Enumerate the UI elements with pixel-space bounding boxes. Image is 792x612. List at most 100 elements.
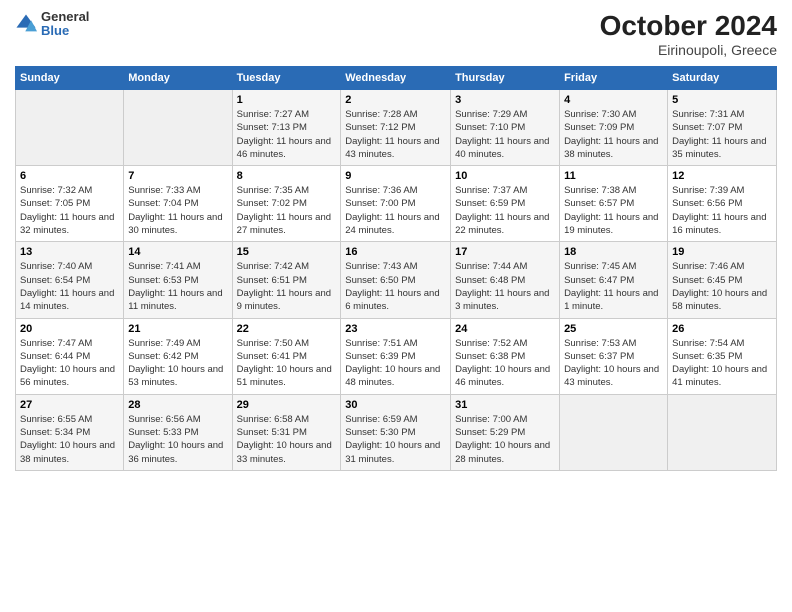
col-wednesday: Wednesday (341, 67, 451, 90)
day-info: Sunrise: 7:50 AMSunset: 6:41 PMDaylight:… (237, 337, 337, 390)
calendar-cell: 20 Sunrise: 7:47 AMSunset: 6:44 PMDaylig… (16, 318, 124, 394)
col-monday: Monday (124, 67, 232, 90)
day-number: 21 (128, 323, 227, 335)
calendar-cell: 15 Sunrise: 7:42 AMSunset: 6:51 PMDaylig… (232, 242, 341, 318)
day-info: Sunrise: 7:35 AMSunset: 7:02 PMDaylight:… (237, 184, 337, 237)
logo-line1: General (41, 10, 89, 24)
day-number: 11 (564, 170, 663, 182)
day-number: 18 (564, 246, 663, 258)
day-info: Sunrise: 7:43 AMSunset: 6:50 PMDaylight:… (345, 260, 446, 313)
day-info: Sunrise: 7:54 AMSunset: 6:35 PMDaylight:… (672, 337, 772, 390)
calendar-cell: 11 Sunrise: 7:38 AMSunset: 6:57 PMDaylig… (560, 166, 668, 242)
calendar-cell: 28 Sunrise: 6:56 AMSunset: 5:33 PMDaylig… (124, 394, 232, 470)
calendar-cell: 10 Sunrise: 7:37 AMSunset: 6:59 PMDaylig… (451, 166, 560, 242)
day-number: 1 (237, 94, 337, 106)
day-number: 25 (564, 323, 663, 335)
calendar-cell (124, 90, 232, 166)
day-info: Sunrise: 7:41 AMSunset: 6:53 PMDaylight:… (128, 260, 227, 313)
day-number: 20 (20, 323, 119, 335)
day-info: Sunrise: 7:46 AMSunset: 6:45 PMDaylight:… (672, 260, 772, 313)
calendar-cell (668, 394, 777, 470)
calendar-cell: 29 Sunrise: 6:58 AMSunset: 5:31 PMDaylig… (232, 394, 341, 470)
calendar-cell: 30 Sunrise: 6:59 AMSunset: 5:30 PMDaylig… (341, 394, 451, 470)
col-tuesday: Tuesday (232, 67, 341, 90)
calendar-cell: 24 Sunrise: 7:52 AMSunset: 6:38 PMDaylig… (451, 318, 560, 394)
day-info: Sunrise: 7:00 AMSunset: 5:29 PMDaylight:… (455, 413, 555, 466)
day-number: 10 (455, 170, 555, 182)
day-number: 15 (237, 246, 337, 258)
day-number: 23 (345, 323, 446, 335)
day-number: 2 (345, 94, 446, 106)
calendar-table: Sunday Monday Tuesday Wednesday Thursday… (15, 66, 777, 471)
day-info: Sunrise: 7:32 AMSunset: 7:05 PMDaylight:… (20, 184, 119, 237)
day-number: 16 (345, 246, 446, 258)
calendar-header-row: Sunday Monday Tuesday Wednesday Thursday… (16, 67, 777, 90)
day-number: 22 (237, 323, 337, 335)
calendar-cell: 1 Sunrise: 7:27 AMSunset: 7:13 PMDayligh… (232, 90, 341, 166)
title-block: October 2024 Eirinoupoli, Greece (600, 10, 777, 58)
calendar-cell: 18 Sunrise: 7:45 AMSunset: 6:47 PMDaylig… (560, 242, 668, 318)
col-sunday: Sunday (16, 67, 124, 90)
day-info: Sunrise: 7:31 AMSunset: 7:07 PMDaylight:… (672, 108, 772, 161)
day-number: 29 (237, 399, 337, 411)
calendar-week-row: 13 Sunrise: 7:40 AMSunset: 6:54 PMDaylig… (16, 242, 777, 318)
day-number: 7 (128, 170, 227, 182)
day-info: Sunrise: 7:38 AMSunset: 6:57 PMDaylight:… (564, 184, 663, 237)
calendar-cell: 26 Sunrise: 7:54 AMSunset: 6:35 PMDaylig… (668, 318, 777, 394)
calendar-cell: 5 Sunrise: 7:31 AMSunset: 7:07 PMDayligh… (668, 90, 777, 166)
calendar-location: Eirinoupoli, Greece (600, 42, 777, 58)
day-number: 8 (237, 170, 337, 182)
day-number: 30 (345, 399, 446, 411)
day-number: 4 (564, 94, 663, 106)
day-number: 27 (20, 399, 119, 411)
calendar-cell: 31 Sunrise: 7:00 AMSunset: 5:29 PMDaylig… (451, 394, 560, 470)
calendar-cell: 14 Sunrise: 7:41 AMSunset: 6:53 PMDaylig… (124, 242, 232, 318)
day-number: 9 (345, 170, 446, 182)
day-number: 17 (455, 246, 555, 258)
calendar-cell: 22 Sunrise: 7:50 AMSunset: 6:41 PMDaylig… (232, 318, 341, 394)
day-number: 28 (128, 399, 227, 411)
day-info: Sunrise: 7:28 AMSunset: 7:12 PMDaylight:… (345, 108, 446, 161)
col-saturday: Saturday (668, 67, 777, 90)
day-info: Sunrise: 6:55 AMSunset: 5:34 PMDaylight:… (20, 413, 119, 466)
day-info: Sunrise: 7:27 AMSunset: 7:13 PMDaylight:… (237, 108, 337, 161)
header: General Blue October 2024 Eirinoupoli, G… (15, 10, 777, 58)
col-friday: Friday (560, 67, 668, 90)
day-number: 5 (672, 94, 772, 106)
calendar-cell: 3 Sunrise: 7:29 AMSunset: 7:10 PMDayligh… (451, 90, 560, 166)
day-info: Sunrise: 7:49 AMSunset: 6:42 PMDaylight:… (128, 337, 227, 390)
day-number: 13 (20, 246, 119, 258)
day-info: Sunrise: 7:39 AMSunset: 6:56 PMDaylight:… (672, 184, 772, 237)
day-info: Sunrise: 7:29 AMSunset: 7:10 PMDaylight:… (455, 108, 555, 161)
day-info: Sunrise: 7:30 AMSunset: 7:09 PMDaylight:… (564, 108, 663, 161)
calendar-cell: 13 Sunrise: 7:40 AMSunset: 6:54 PMDaylig… (16, 242, 124, 318)
day-number: 12 (672, 170, 772, 182)
logo: General Blue (15, 10, 89, 39)
calendar-cell: 9 Sunrise: 7:36 AMSunset: 7:00 PMDayligh… (341, 166, 451, 242)
day-info: Sunrise: 7:44 AMSunset: 6:48 PMDaylight:… (455, 260, 555, 313)
calendar-cell: 8 Sunrise: 7:35 AMSunset: 7:02 PMDayligh… (232, 166, 341, 242)
day-info: Sunrise: 7:36 AMSunset: 7:00 PMDaylight:… (345, 184, 446, 237)
calendar-cell: 23 Sunrise: 7:51 AMSunset: 6:39 PMDaylig… (341, 318, 451, 394)
calendar-month-year: October 2024 (600, 10, 777, 42)
calendar-week-row: 6 Sunrise: 7:32 AMSunset: 7:05 PMDayligh… (16, 166, 777, 242)
calendar-cell: 4 Sunrise: 7:30 AMSunset: 7:09 PMDayligh… (560, 90, 668, 166)
calendar-cell (560, 394, 668, 470)
calendar-week-row: 1 Sunrise: 7:27 AMSunset: 7:13 PMDayligh… (16, 90, 777, 166)
calendar-week-row: 27 Sunrise: 6:55 AMSunset: 5:34 PMDaylig… (16, 394, 777, 470)
page: General Blue October 2024 Eirinoupoli, G… (0, 0, 792, 612)
calendar-week-row: 20 Sunrise: 7:47 AMSunset: 6:44 PMDaylig… (16, 318, 777, 394)
calendar-cell: 19 Sunrise: 7:46 AMSunset: 6:45 PMDaylig… (668, 242, 777, 318)
day-info: Sunrise: 7:33 AMSunset: 7:04 PMDaylight:… (128, 184, 227, 237)
logo-line2: Blue (41, 24, 89, 38)
day-info: Sunrise: 7:47 AMSunset: 6:44 PMDaylight:… (20, 337, 119, 390)
day-info: Sunrise: 7:40 AMSunset: 6:54 PMDaylight:… (20, 260, 119, 313)
day-info: Sunrise: 6:59 AMSunset: 5:30 PMDaylight:… (345, 413, 446, 466)
calendar-cell: 2 Sunrise: 7:28 AMSunset: 7:12 PMDayligh… (341, 90, 451, 166)
day-number: 31 (455, 399, 555, 411)
day-info: Sunrise: 7:53 AMSunset: 6:37 PMDaylight:… (564, 337, 663, 390)
day-info: Sunrise: 7:45 AMSunset: 6:47 PMDaylight:… (564, 260, 663, 313)
calendar-cell: 12 Sunrise: 7:39 AMSunset: 6:56 PMDaylig… (668, 166, 777, 242)
calendar-cell: 27 Sunrise: 6:55 AMSunset: 5:34 PMDaylig… (16, 394, 124, 470)
day-number: 24 (455, 323, 555, 335)
